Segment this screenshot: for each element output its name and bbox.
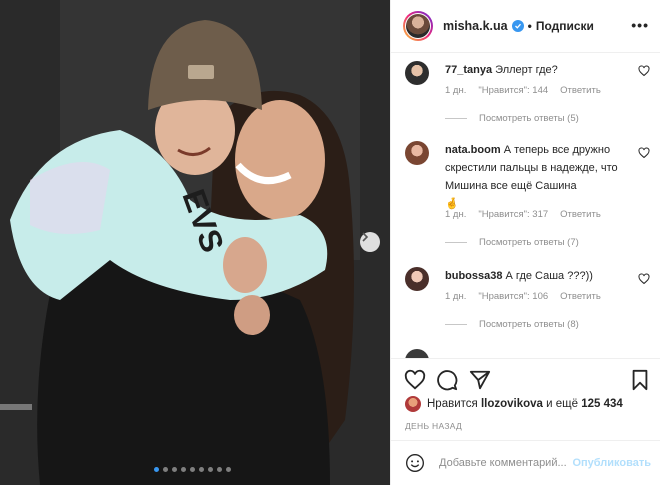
comment-text-block: nata.boom А теперь все дружно скрестили … xyxy=(445,141,625,213)
view-replies-label: Посмотреть ответы (5) xyxy=(479,113,579,124)
comment-username[interactable]: 77_tanya xyxy=(445,64,492,76)
post-side-panel: misha.k.ua • Подписки ••• 77_tanya Эллер… xyxy=(390,0,660,485)
view-replies-button[interactable]: Посмотреть ответы (8) xyxy=(445,319,579,330)
comment-time: 1 дн. xyxy=(445,291,467,302)
view-replies-label: Посмотреть ответы (8) xyxy=(479,319,579,330)
heart-icon[interactable] xyxy=(638,273,650,285)
comment-username[interactable]: bubossa38 xyxy=(445,270,502,282)
reply-button[interactable]: Ответить xyxy=(560,85,601,96)
likes-count[interactable]: 125 434 xyxy=(581,398,623,410)
view-replies-button[interactable]: Посмотреть ответы (5) xyxy=(445,113,579,124)
comment-text-block: bubossa38 А где Саша ???)) xyxy=(445,267,625,285)
comments-list: 77_tanya Эллерт где? 1 дн. "Нравится": 1… xyxy=(391,53,660,358)
post-date[interactable]: ДЕНЬ НАЗАД xyxy=(405,421,462,431)
carousel-dot xyxy=(154,467,159,472)
liker-avatar[interactable] xyxy=(405,396,421,412)
carousel-next-button[interactable] xyxy=(360,232,380,252)
comment-username[interactable]: nata.boom xyxy=(445,144,501,156)
emoji-icon[interactable] xyxy=(405,453,425,473)
comment-input[interactable] xyxy=(439,457,579,469)
comment-avatar[interactable] xyxy=(405,141,429,165)
likes-prefix: Нравится xyxy=(427,398,478,410)
bookmark-icon[interactable] xyxy=(629,369,651,391)
post-header: misha.k.ua • Подписки ••• xyxy=(391,0,660,53)
heart-icon[interactable] xyxy=(638,65,650,77)
comment-meta: 1 дн. "Нравится": 106 Ответить xyxy=(445,291,601,302)
post-actions-bar xyxy=(391,358,660,398)
add-comment-bar: Опубликовать xyxy=(391,440,660,485)
carousel-dot xyxy=(217,467,222,472)
view-replies-button[interactable]: Посмотреть ответы (7) xyxy=(445,237,579,248)
comment-text: А где Саша ???)) xyxy=(505,270,593,282)
comment-likes[interactable]: "Нравится": 106 xyxy=(478,291,548,302)
following-button[interactable]: Подписки xyxy=(536,19,594,33)
carousel-dot xyxy=(172,467,177,472)
author-avatar[interactable] xyxy=(403,11,433,41)
reply-button[interactable]: Ответить xyxy=(560,209,601,220)
heart-icon[interactable] xyxy=(404,369,426,391)
comment-avatar[interactable] xyxy=(405,61,429,85)
reply-button[interactable]: Ответить xyxy=(560,291,601,302)
author-username[interactable]: misha.k.ua xyxy=(443,19,508,33)
carousel-dot xyxy=(163,467,168,472)
publish-button[interactable]: Опубликовать xyxy=(572,457,651,469)
comment-likes[interactable]: "Нравится": 317 xyxy=(478,209,548,220)
likes-summary: Нравится llozovikova и ещё 125 434 xyxy=(405,396,623,412)
likes-middle: и ещё xyxy=(546,398,579,410)
comment-time: 1 дн. xyxy=(445,209,467,220)
comment-likes[interactable]: "Нравится": 144 xyxy=(478,85,548,96)
comment-time: 1 дн. xyxy=(445,85,467,96)
header-separator: • xyxy=(527,19,532,33)
comment-avatar[interactable] xyxy=(405,349,429,358)
comment-meta: 1 дн. "Нравится": 144 Ответить xyxy=(445,85,601,96)
carousel-indicator xyxy=(154,467,231,472)
comment-avatar[interactable] xyxy=(405,267,429,291)
comment-icon[interactable] xyxy=(436,369,458,391)
share-icon[interactable] xyxy=(469,369,491,391)
view-replies-label: Посмотреть ответы (7) xyxy=(479,237,579,248)
carousel-dot xyxy=(208,467,213,472)
comment-text: Эллерт где? xyxy=(495,64,558,76)
post-photo: EVS xyxy=(0,0,390,485)
carousel-dot xyxy=(226,467,231,472)
liker-username[interactable]: llozovikova xyxy=(481,398,543,410)
carousel-dot xyxy=(181,467,186,472)
comment-text-block: 77_tanya Эллерт где? xyxy=(445,61,625,79)
photo-illustration: EVS xyxy=(0,0,390,485)
more-options-button[interactable]: ••• xyxy=(631,18,649,32)
comment-meta: 1 дн. "Нравится": 317 Ответить xyxy=(445,209,601,220)
chevron-right-icon xyxy=(362,232,369,242)
carousel-dot xyxy=(199,467,204,472)
heart-icon[interactable] xyxy=(638,147,650,159)
verified-icon xyxy=(511,20,524,32)
carousel-dot xyxy=(190,467,195,472)
